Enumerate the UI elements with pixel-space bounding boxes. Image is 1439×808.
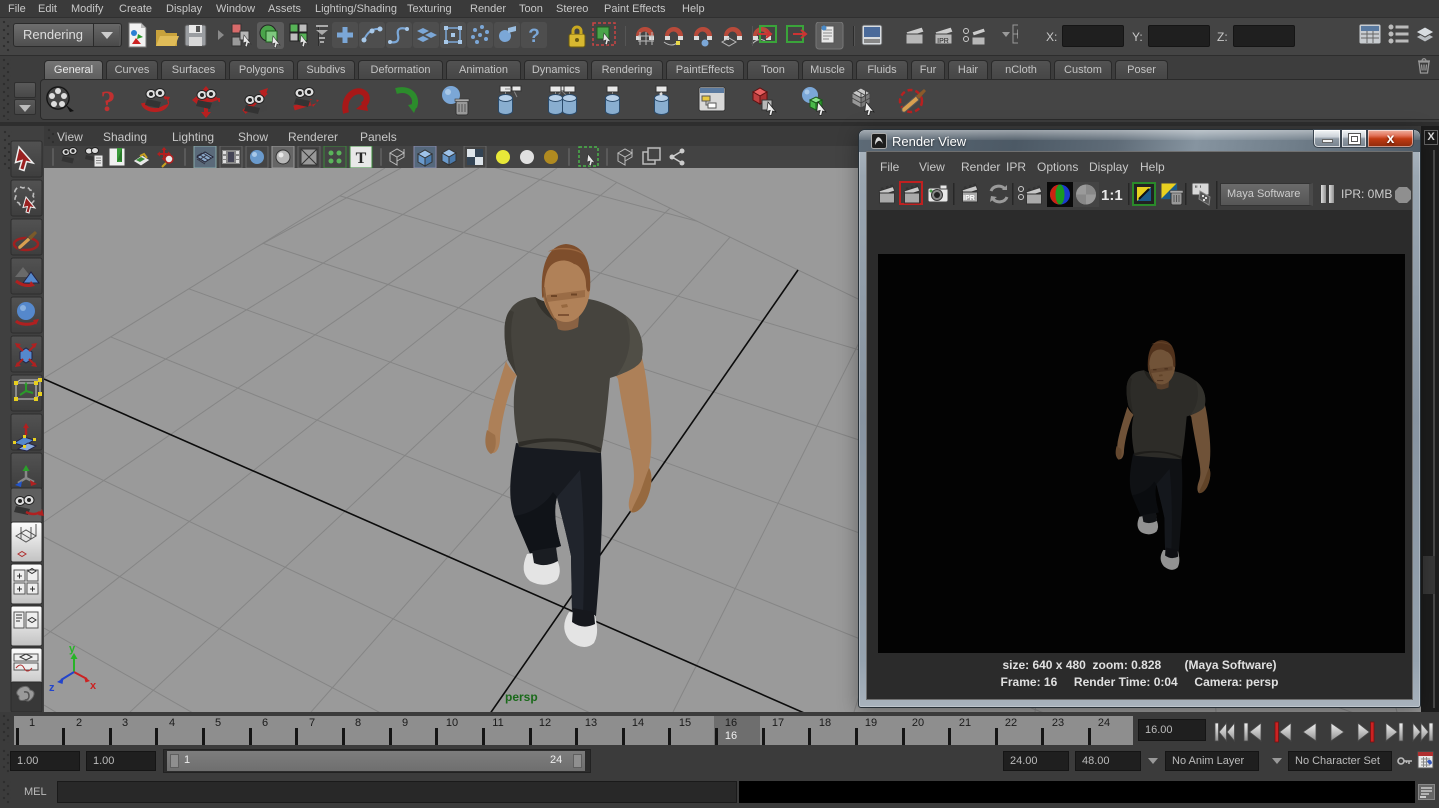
svg-text:?: ? (528, 26, 540, 47)
svg-text:IPR: IPR (963, 195, 975, 202)
svg-text:IPR: IPR (937, 38, 949, 45)
svg-text:z: z (49, 682, 55, 694)
svg-text:persp: persp (505, 690, 538, 704)
svg-text:x: x (90, 680, 97, 692)
svg-text:y: y (69, 643, 76, 655)
svg-text:1:1: 1:1 (1101, 187, 1123, 204)
svg-text:?: ? (101, 85, 116, 118)
svg-text:T: T (356, 150, 367, 167)
